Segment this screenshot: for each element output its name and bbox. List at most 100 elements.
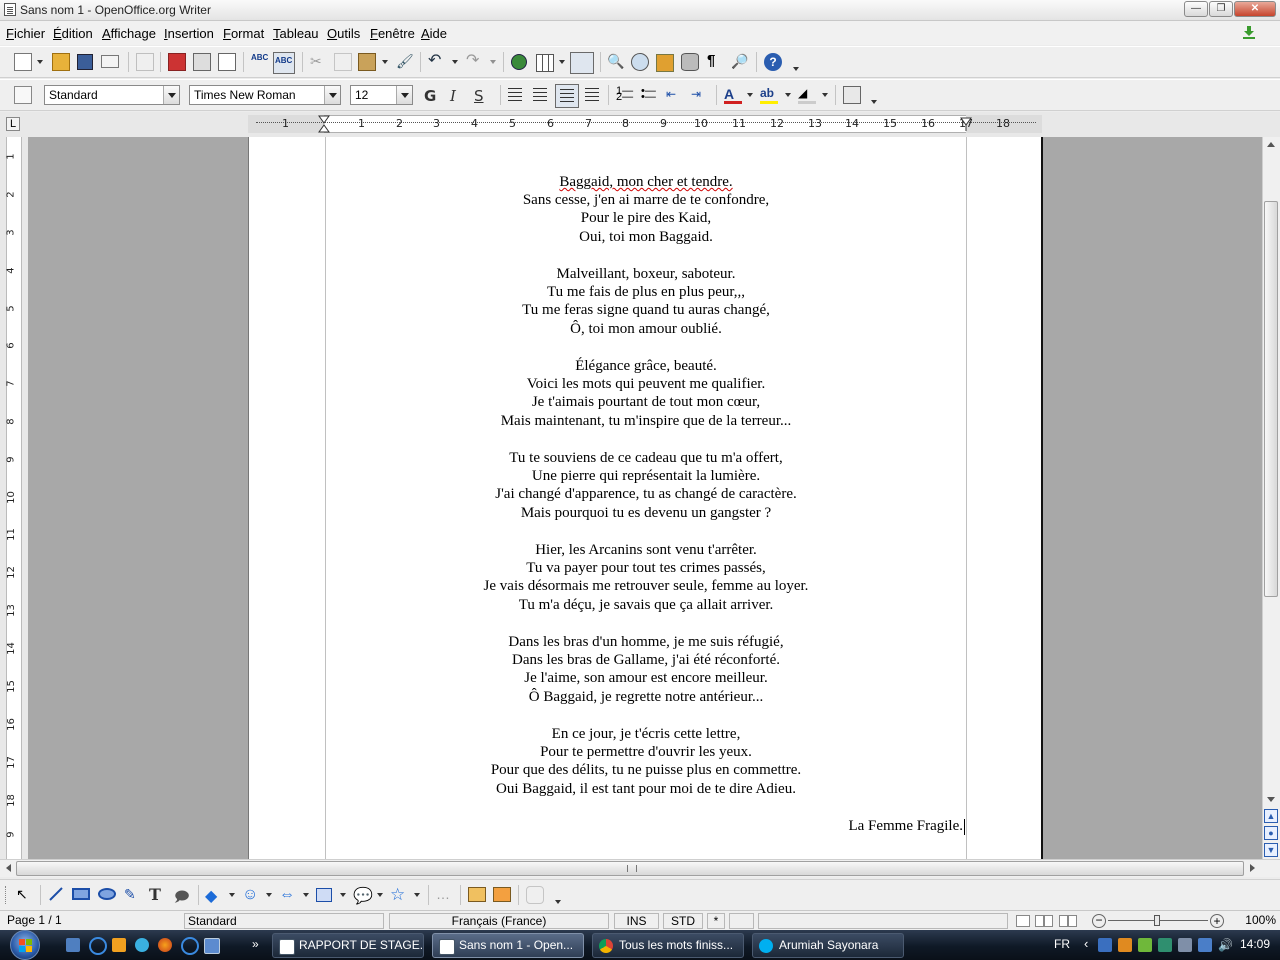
toolbar-options-icon[interactable]: [870, 86, 878, 106]
previous-page-icon[interactable]: ▲: [1264, 809, 1278, 823]
background-color-dropdown-icon[interactable]: [822, 93, 828, 97]
basic-shapes-icon[interactable]: ◆: [205, 886, 223, 905]
stars-dropdown-icon[interactable]: [414, 893, 420, 897]
spellcheck-icon[interactable]: ABC: [251, 53, 269, 71]
table-icon[interactable]: [536, 54, 554, 72]
menu-aide[interactable]: Aide: [421, 26, 447, 41]
left-indent-marker[interactable]: [318, 115, 330, 136]
minimize-button[interactable]: —: [1184, 1, 1208, 17]
vertical-scroll-thumb[interactable]: [1264, 201, 1278, 597]
update-download-icon[interactable]: [1242, 25, 1256, 39]
from-file-icon[interactable]: [493, 887, 511, 902]
menu-fenetre[interactable]: Fenêtre: [370, 26, 415, 41]
gallery-icon[interactable]: [656, 54, 674, 72]
align-left-icon[interactable]: [508, 88, 522, 102]
horizontal-ruler[interactable]: L 1 1 2 3 4 5 6 7 8 9 10 11 12 13 14 15 …: [0, 112, 1280, 138]
firefox-icon[interactable]: [158, 938, 172, 952]
menu-insertion[interactable]: Insertion: [164, 26, 214, 41]
edit-file-icon[interactable]: [136, 53, 154, 71]
page-style-indicator[interactable]: Standard: [184, 913, 384, 929]
right-indent-marker[interactable]: [960, 117, 972, 134]
redo-dropdown-icon[interactable]: [490, 60, 496, 64]
scroll-left-icon[interactable]: [6, 864, 11, 872]
scroll-down-icon[interactable]: [1267, 797, 1275, 802]
paragraph-format-icon[interactable]: [843, 86, 861, 104]
next-page-icon[interactable]: ▼: [1264, 843, 1278, 857]
selection-mode-indicator[interactable]: STD: [663, 913, 703, 929]
tray-network-icon[interactable]: [1198, 938, 1212, 952]
window-switcher-icon[interactable]: [204, 938, 220, 954]
taskbar-item-chrome[interactable]: Tous les mots finiss...: [592, 933, 744, 958]
title-bar[interactable]: Sans nom 1 - OpenOffice.org Writer — ❐ ✕: [0, 0, 1280, 21]
zoom-out-icon[interactable]: −: [1092, 914, 1106, 928]
tray-app-icon[interactable]: [1118, 938, 1132, 952]
toolbar-options-icon[interactable]: [554, 886, 562, 906]
chevron-down-icon[interactable]: [396, 86, 412, 104]
paragraph-style-select[interactable]: Standard: [44, 85, 180, 105]
document-page[interactable]: Baggaid, mon cher et tendre. Sans cesse,…: [248, 137, 1043, 859]
show-draw-functions-icon[interactable]: [570, 52, 594, 74]
styles-formatting-icon[interactable]: [14, 86, 32, 104]
input-language-indicator[interactable]: FR: [1054, 937, 1070, 951]
fontwork-gallery-icon[interactable]: [468, 887, 486, 902]
justify-icon[interactable]: [585, 88, 599, 102]
navigation-icon[interactable]: ●: [1264, 826, 1278, 840]
flowcharts-dropdown-icon[interactable]: [340, 893, 346, 897]
scroll-right-icon[interactable]: [1250, 864, 1255, 872]
media-player-icon[interactable]: [112, 938, 126, 952]
show-desktop-icon[interactable]: [66, 938, 80, 952]
ellipse-icon[interactable]: [98, 888, 116, 900]
taskbar-item-sans-nom[interactable]: Sans nom 1 - Open...: [432, 933, 584, 958]
quick-launch-more-icon[interactable]: »: [252, 937, 259, 951]
close-button[interactable]: ✕: [1234, 1, 1276, 17]
copy-icon[interactable]: [334, 53, 352, 71]
tray-app-icon[interactable]: [1138, 938, 1152, 952]
zoom-icon[interactable]: 🔎: [731, 53, 749, 71]
menu-edition[interactable]: Édition: [53, 26, 93, 41]
digital-signature-indicator[interactable]: [729, 913, 754, 929]
block-arrows-dropdown-icon[interactable]: [303, 893, 309, 897]
save-icon[interactable]: [77, 54, 93, 70]
cut-icon[interactable]: ✂: [310, 53, 328, 71]
formatting-marks-icon[interactable]: ¶: [707, 52, 725, 70]
points-icon[interactable]: …: [436, 886, 454, 904]
undo-dropdown-icon[interactable]: [452, 60, 458, 64]
navigator-icon[interactable]: [631, 53, 649, 71]
menu-outils[interactable]: Outils: [327, 26, 360, 41]
horizontal-scrollbar[interactable]: [0, 859, 1280, 877]
zoom-level[interactable]: 100%: [1230, 913, 1276, 929]
format-paintbrush-icon[interactable]: 🖌: [396, 53, 414, 71]
underline-icon[interactable]: S: [474, 87, 492, 105]
autospellcheck-icon[interactable]: ABC: [273, 52, 295, 74]
background-color-icon[interactable]: ◢: [798, 86, 816, 104]
select-arrow-icon[interactable]: ↖: [16, 886, 34, 904]
basic-shapes-dropdown-icon[interactable]: [229, 893, 235, 897]
chevron-down-icon[interactable]: [163, 86, 179, 104]
show-hidden-icons-icon[interactable]: ‹: [1084, 936, 1088, 951]
extrusion-icon[interactable]: [526, 886, 544, 904]
toolbar-options-icon[interactable]: [792, 53, 800, 73]
taskbar-item-rapport[interactable]: RAPPORT DE STAGE...: [272, 933, 424, 958]
zoom-in-icon[interactable]: +: [1210, 914, 1224, 928]
page-preview-icon[interactable]: [218, 53, 236, 71]
highlighting-dropdown-icon[interactable]: [785, 93, 791, 97]
align-right-button[interactable]: [555, 84, 579, 108]
internet-explorer-icon[interactable]: [89, 937, 107, 955]
callout-shapes-dropdown-icon[interactable]: [377, 893, 383, 897]
font-size-select[interactable]: 12: [350, 85, 413, 105]
single-page-view-icon[interactable]: [1016, 915, 1030, 927]
redo-icon[interactable]: ↷: [466, 53, 484, 71]
page-indicator[interactable]: Page 1 / 1: [4, 913, 180, 929]
taskbar-clock[interactable]: 14:09: [1240, 937, 1270, 951]
undo-icon[interactable]: ↶: [428, 53, 446, 71]
start-button[interactable]: [4, 930, 48, 960]
multi-page-view-icon[interactable]: [1035, 915, 1053, 927]
line-icon[interactable]: [48, 886, 66, 904]
font-color-dropdown-icon[interactable]: [747, 93, 753, 97]
increase-indent-icon[interactable]: ⇥: [691, 87, 709, 105]
open-folder-icon[interactable]: [52, 53, 70, 71]
symbol-shapes-dropdown-icon[interactable]: [266, 893, 272, 897]
find-replace-icon[interactable]: 🔍: [607, 53, 625, 71]
book-view-icon[interactable]: [1059, 915, 1077, 927]
block-arrows-icon[interactable]: ⇔: [279, 886, 297, 904]
